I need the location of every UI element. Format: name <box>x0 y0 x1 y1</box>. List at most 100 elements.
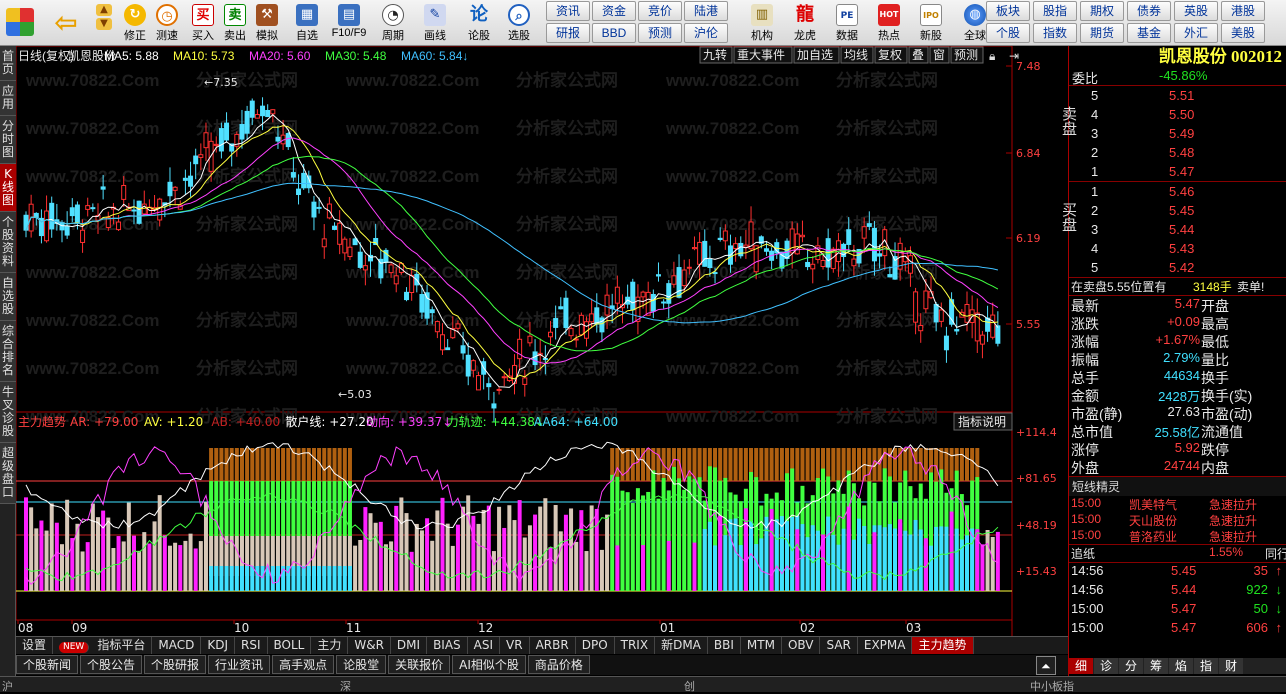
quick-button-r2-1[interactable]: BBD <box>592 23 636 43</box>
scroll-top-icon[interactable]: ⏶ <box>1036 656 1056 675</box>
quote-tab-1[interactable]: 诊 <box>1094 658 1118 674</box>
app-logo-icon[interactable] <box>4 2 36 44</box>
info-tab-4[interactable]: 高手观点 <box>272 655 335 674</box>
indicator-tab-18[interactable]: MTM <box>741 637 782 654</box>
info-tab-5[interactable]: 论股堂 <box>336 655 387 674</box>
nav-item-6[interactable]: 综合排名 <box>0 321 16 382</box>
toolbar-button-15[interactable]: IPO 新股 <box>914 2 948 44</box>
info-tab-0[interactable]: 个股新闻 <box>16 655 79 674</box>
toolbar-button-1[interactable]: ◷ 测速 <box>150 2 184 44</box>
indicator-tab-9[interactable]: DMI <box>391 637 428 654</box>
indicator-bar <box>718 448 723 481</box>
indicator-tab-3[interactable]: MACD <box>152 637 202 654</box>
indicator-tab-11[interactable]: ASI <box>468 637 501 654</box>
quick-button-r2-4[interactable]: 个股 <box>986 23 1030 43</box>
toolbar-button-0[interactable]: ↻ 修正 <box>118 2 152 44</box>
indicator-tab-8[interactable]: W&R <box>348 637 391 654</box>
nav-item-5[interactable]: 自选股 <box>0 273 16 321</box>
nav-item-8[interactable]: 超级盘口 <box>0 443 16 504</box>
quick-button-r2-5[interactable]: 指数 <box>1033 23 1077 43</box>
quick-button-r2-7[interactable]: 基金 <box>1127 23 1171 43</box>
sprite-row[interactable]: 15:00 普洛药业 急速拉升 <box>1069 528 1286 544</box>
toolbar-button-6[interactable]: ▤ F10/F9 <box>326 2 372 44</box>
info-tab-8[interactable]: 商品价格 <box>527 655 590 674</box>
nav-item-7[interactable]: 牛叉诊股 <box>0 382 16 443</box>
quote-tab-4[interactable]: 焰 <box>1169 658 1193 674</box>
sprite-row[interactable]: 15:00 凯美特气 急速拉升 <box>1069 496 1286 512</box>
toolbar-button-5[interactable]: ▦ 自选 <box>290 2 324 44</box>
toolbar-button-10[interactable]: ⌕ 选股 <box>502 2 536 44</box>
indicator-tab-0[interactable]: 设置 <box>16 637 54 654</box>
indicator-tab-2[interactable]: 指标平台 <box>91 637 153 654</box>
quote-tab-0[interactable]: 细 <box>1069 658 1093 674</box>
toolbar-button-3[interactable]: 卖卖出 <box>218 2 252 44</box>
indicator-tab-22[interactable]: 主力趋势 <box>912 637 974 654</box>
indicator-bar <box>137 550 142 591</box>
nav-item-0[interactable]: 首页 <box>0 46 16 81</box>
info-tab-1[interactable]: 个股公告 <box>80 655 143 674</box>
quick-button-r2-2[interactable]: 预测 <box>638 23 682 43</box>
quick-button-9[interactable]: 港股 <box>1221 1 1265 21</box>
toolbar-button-11[interactable]: ▥ 机构 <box>745 2 779 44</box>
quick-button-6[interactable]: 期权 <box>1080 1 1124 21</box>
indicator-tab-20[interactable]: SAR <box>820 637 858 654</box>
sprite-row[interactable]: 15:00 天山股份 急速拉升 <box>1069 512 1286 528</box>
quick-button-r2-8[interactable]: 外汇 <box>1174 23 1218 43</box>
quote-tab-6[interactable]: 财 <box>1219 658 1243 674</box>
indicator-tab-6[interactable]: BOLL <box>268 637 312 654</box>
indicator-tab-1[interactable]: NEW <box>59 642 90 653</box>
indicator-tab-13[interactable]: ARBR <box>530 637 576 654</box>
quick-button-r2-6[interactable]: 期货 <box>1080 23 1124 43</box>
indicator-tab-19[interactable]: OBV <box>782 637 821 654</box>
indicator-tab-7[interactable]: 主力 <box>311 637 349 654</box>
nav-item-3[interactable]: K线图 <box>0 164 16 212</box>
info-tab-3[interactable]: 行业资讯 <box>208 655 271 674</box>
indicator-tab-17[interactable]: BBI <box>708 637 741 654</box>
candle-body <box>121 184 127 200</box>
quick-button-1[interactable]: 资金 <box>592 1 636 21</box>
back-button[interactable]: ⇦ <box>46 2 86 44</box>
quick-button-8[interactable]: 英股 <box>1174 1 1218 21</box>
toolbar-button-13[interactable]: PE 数据 <box>830 2 864 44</box>
nav-item-2[interactable]: 分时图 <box>0 116 16 164</box>
candle-body <box>866 223 872 227</box>
indicator-tab-21[interactable]: EXPMA <box>858 637 913 654</box>
indicator-tab-10[interactable]: BIAS <box>427 637 468 654</box>
info-tab-2[interactable]: 个股研报 <box>144 655 207 674</box>
quick-button-2[interactable]: 竞价 <box>638 1 682 21</box>
indicator-tab-4[interactable]: KDJ <box>201 637 235 654</box>
indicator-tab-5[interactable]: RSI <box>235 637 268 654</box>
toolbar-button-4[interactable]: ⚒ 模拟 <box>250 2 284 44</box>
quote-tab-5[interactable]: 指 <box>1194 658 1218 674</box>
toolbar-button-9[interactable]: 论论股 <box>462 2 496 44</box>
indicator-tab-12[interactable]: VR <box>500 637 530 654</box>
watermark: 分析家公式网 <box>836 358 938 378</box>
info-tab-6[interactable]: 关联报价 <box>388 655 451 674</box>
indicator-tab-15[interactable]: TRIX <box>615 637 656 654</box>
toolbar-button-2[interactable]: 买买入 <box>186 2 220 44</box>
toolbar-button-14[interactable]: HOT 热点 <box>872 2 906 44</box>
nav-item-1[interactable]: 应用 <box>0 81 16 116</box>
watermark: www.70822.Com <box>345 359 480 378</box>
nav-item-4[interactable]: 个股资料 <box>0 212 16 273</box>
lock-icon[interactable]: 🔒︎ <box>989 49 995 63</box>
quick-button-4[interactable]: 板块 <box>986 1 1030 21</box>
toolbar-button-7[interactable]: ◔ 周期 <box>376 2 410 44</box>
indicator-bar <box>625 492 630 591</box>
up-down-button[interactable]: ▲ ▼ <box>90 2 118 44</box>
kline-chart-area[interactable]: www.70822.Com 分析家公式网 www.70822.Com 分析家公式网 ww… <box>15 45 1068 636</box>
quick-button-r2-3[interactable]: 沪伦 <box>684 23 728 43</box>
quick-button-7[interactable]: 债券 <box>1127 1 1171 21</box>
quick-button-r2-9[interactable]: 美股 <box>1221 23 1265 43</box>
quick-button-r2-0[interactable]: 研报 <box>546 23 590 43</box>
indicator-tab-16[interactable]: 新DMA <box>655 637 708 654</box>
quick-button-3[interactable]: 陆港 <box>684 1 728 21</box>
quick-button-0[interactable]: 资讯 <box>546 1 590 21</box>
info-tab-7[interactable]: AI相似个股 <box>452 655 526 674</box>
toolbar-button-8[interactable]: ✎ 画线 <box>418 2 452 44</box>
quote-tab-3[interactable]: 筹 <box>1144 658 1168 674</box>
toolbar-button-12[interactable]: 龍龙虎 <box>788 2 822 44</box>
quick-button-5[interactable]: 股指 <box>1033 1 1077 21</box>
indicator-tab-14[interactable]: DPO <box>576 637 615 654</box>
quote-tab-2[interactable]: 分 <box>1119 658 1143 674</box>
